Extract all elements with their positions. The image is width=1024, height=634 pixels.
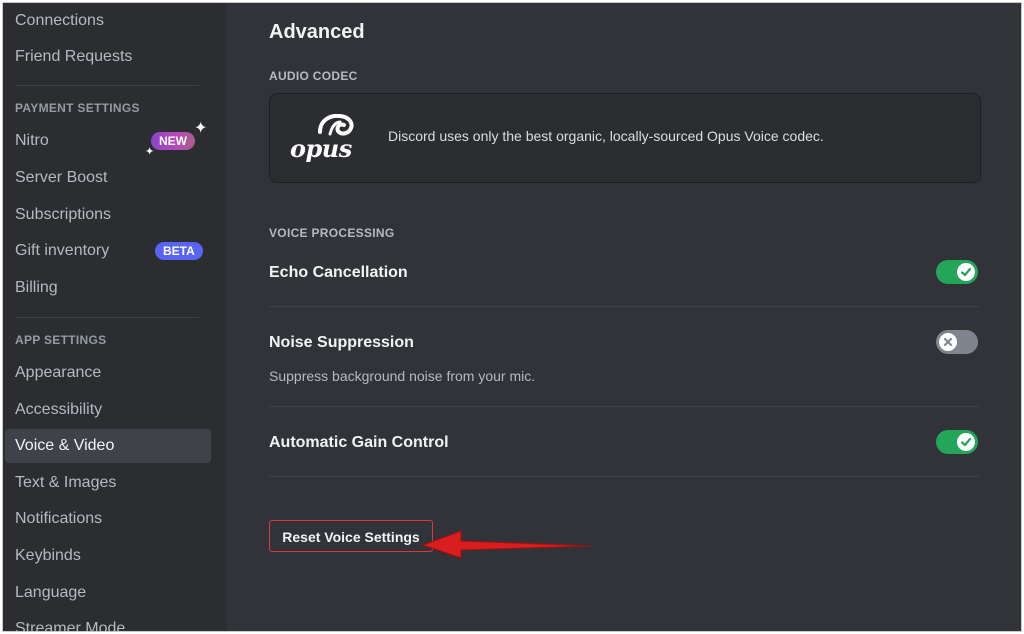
sidebar-item-subscriptions[interactable]: Subscriptions [5, 198, 211, 232]
app-settings-header: APP SETTINGS [15, 333, 107, 347]
opus-logo-icon [318, 114, 354, 136]
check-icon [960, 267, 972, 277]
echo-cancellation-label: Echo Cancellation [269, 264, 408, 281]
sidebar-item-appearance[interactable]: Appearance [5, 356, 211, 390]
sidebar-item-keybinds[interactable]: Keybinds [5, 539, 211, 573]
audio-codec-card: opus Discord uses only the best organic,… [269, 93, 981, 183]
audio-codec-label: AUDIO CODEC [269, 69, 358, 83]
close-icon [944, 338, 952, 346]
row-divider [269, 476, 979, 477]
payment-settings-header: PAYMENT SETTINGS [15, 101, 140, 115]
settings-content: Advanced AUDIO CODEC opus Discord uses o… [226, 3, 1021, 631]
settings-window: Connections Friend Requests PAYMENT SETT… [2, 2, 1022, 632]
new-badge: NEW [151, 132, 195, 150]
noise-suppression-toggle[interactable] [936, 330, 978, 354]
check-icon [960, 437, 972, 447]
settings-sidebar: Connections Friend Requests PAYMENT SETT… [3, 3, 226, 631]
automatic-gain-control-label: Automatic Gain Control [269, 434, 449, 451]
annotation-arrow-icon [421, 530, 592, 559]
sidebar-item-label: Gift inventory [15, 242, 110, 259]
sidebar-item-connections[interactable]: Connections [5, 4, 211, 38]
sidebar-item-friend-requests[interactable]: Friend Requests [5, 40, 211, 74]
noise-suppression-description: Suppress background noise from your mic. [269, 368, 536, 384]
row-divider [269, 306, 979, 307]
sidebar-item-server-boost[interactable]: Server Boost [5, 161, 211, 195]
sidebar-item-label: Nitro [15, 132, 49, 149]
automatic-gain-control-toggle[interactable] [936, 430, 978, 454]
voice-processing-label: VOICE PROCESSING [269, 226, 395, 240]
codec-description: Discord uses only the best organic, loca… [388, 128, 824, 144]
sidebar-item-text-images[interactable]: Text & Images [5, 466, 211, 500]
echo-cancellation-toggle[interactable] [936, 260, 978, 284]
sparkle-icon: ✦ [145, 146, 155, 158]
sidebar-divider [15, 85, 199, 86]
sidebar-item-language[interactable]: Language [5, 576, 211, 610]
opus-logo: opus [290, 114, 370, 163]
beta-badge: BETA [155, 242, 203, 260]
sidebar-divider [15, 317, 199, 318]
opus-wordmark: opus [290, 134, 352, 163]
sidebar-item-notifications[interactable]: Notifications [5, 502, 211, 536]
noise-suppression-label: Noise Suppression [269, 334, 414, 351]
row-divider [269, 406, 979, 407]
page-title: Advanced [269, 21, 365, 43]
sidebar-item-billing[interactable]: Billing [5, 271, 211, 305]
sidebar-item-streamer-mode[interactable]: Streamer Mode [5, 612, 211, 631]
reset-voice-settings-button[interactable]: Reset Voice Settings [269, 520, 433, 552]
sparkle-icon: ✦ [194, 120, 208, 137]
sidebar-item-voice-video[interactable]: Voice & Video [5, 429, 211, 463]
sidebar-item-accessibility[interactable]: Accessibility [5, 393, 211, 427]
